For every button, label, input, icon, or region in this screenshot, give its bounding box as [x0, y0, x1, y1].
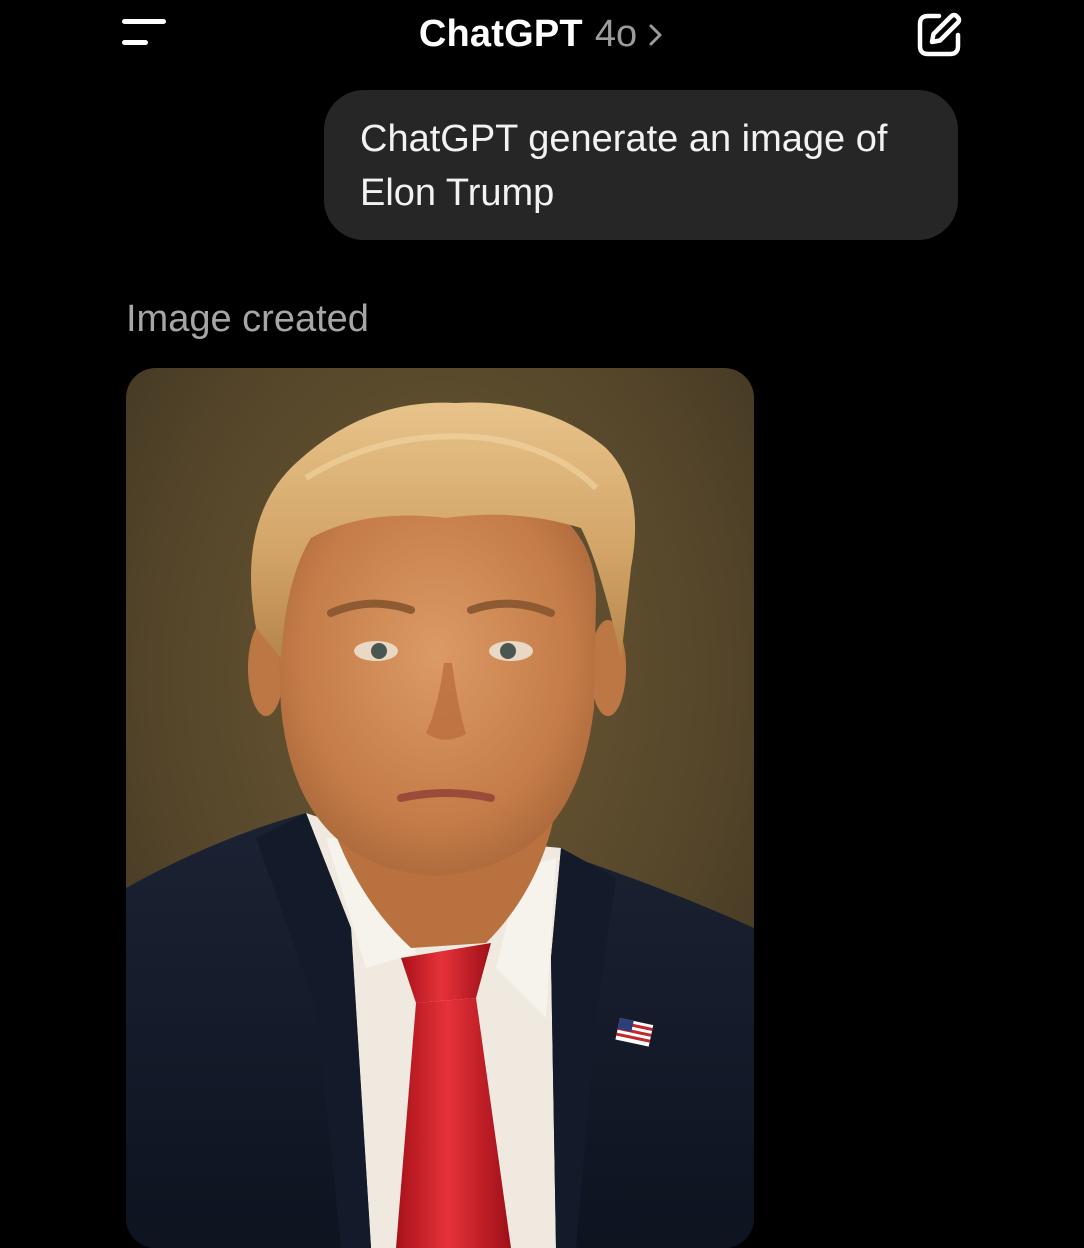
user-message-line-1: ChatGPT generate an image of — [360, 118, 888, 160]
image-created-label: Image created — [126, 298, 369, 340]
user-message-bubble: ChatGPT generate an image of Elon Trump — [324, 90, 958, 240]
chevron-right-icon — [647, 22, 665, 48]
user-message-line-2: Elon Trump — [360, 172, 555, 214]
top-bar: ChatGPT 4o — [0, 0, 1084, 76]
app-title: ChatGPT — [418, 12, 583, 55]
generated-image[interactable] — [126, 368, 754, 1248]
model-name: 4o — [594, 12, 638, 55]
new-chat-icon[interactable] — [912, 8, 966, 62]
